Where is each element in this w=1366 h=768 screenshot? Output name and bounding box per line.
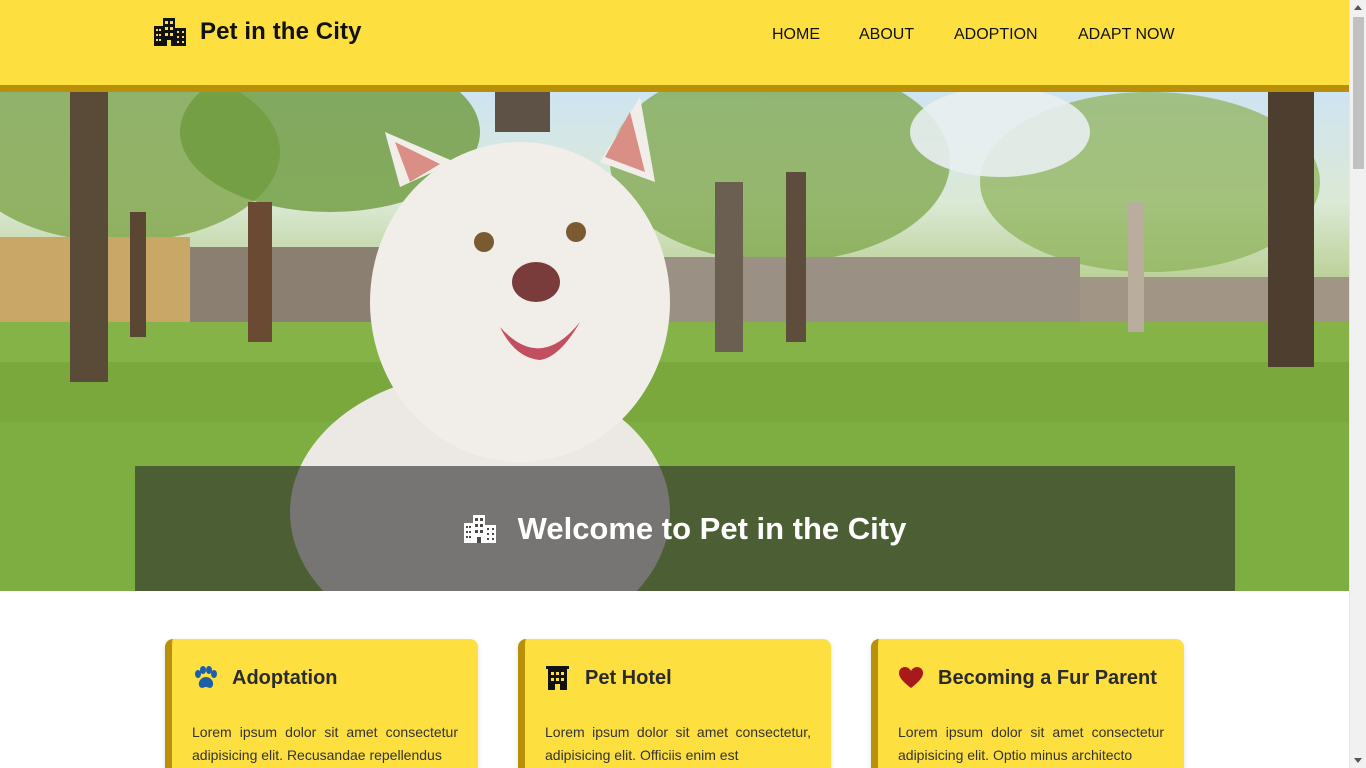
service-card-fur-parent[interactable]: Becoming a Fur Parent Lorem ipsum dolor …: [871, 639, 1184, 768]
hero-title: Welcome to Pet in the City: [517, 510, 907, 546]
city-buildings-icon: [463, 514, 496, 543]
hero-overlay: Welcome to Pet in the City: [135, 466, 1235, 591]
brand-name: Pet in the City: [200, 18, 362, 45]
city-buildings-icon: [154, 18, 186, 46]
nav-about[interactable]: ABOUT: [859, 26, 914, 44]
hotel-building-icon: [546, 666, 569, 690]
card-text: Lorem ipsum dolor sit amet consectetur a…: [192, 724, 458, 763]
page-scrollbar[interactable]: [1349, 0, 1366, 768]
scroll-thumb[interactable]: [1353, 17, 1364, 169]
card-text: Lorem ipsum dolor sit amet consectetur, …: [545, 724, 811, 763]
card-title: Pet Hotel: [585, 666, 672, 689]
nav-adoption[interactable]: ADOPTION: [954, 26, 1038, 44]
card-text: Lorem ipsum dolor sit amet consectetur a…: [898, 724, 1164, 763]
service-card-adoptation[interactable]: Adoptation Lorem ipsum dolor sit amet co…: [165, 639, 478, 768]
nav-adapt-now[interactable]: ADAPT NOW: [1078, 26, 1175, 44]
brand[interactable]: Pet in the City: [154, 18, 362, 46]
paw-icon: [195, 666, 217, 688]
service-card-pet-hotel[interactable]: Pet Hotel Lorem ipsum dolor sit amet con…: [518, 639, 831, 768]
scroll-down-arrow-icon[interactable]: [1354, 758, 1362, 763]
nav-home[interactable]: HOME: [772, 26, 820, 44]
card-title: Adoptation: [232, 666, 338, 689]
site-header: Pet in the City HOME ABOUT ADOPTION ADAP…: [0, 0, 1349, 92]
hero-banner: Welcome to Pet in the City: [0, 92, 1349, 591]
card-title: Becoming a Fur Parent: [938, 666, 1157, 689]
heart-icon: [899, 667, 923, 688]
scroll-up-arrow-icon[interactable]: [1354, 5, 1362, 10]
